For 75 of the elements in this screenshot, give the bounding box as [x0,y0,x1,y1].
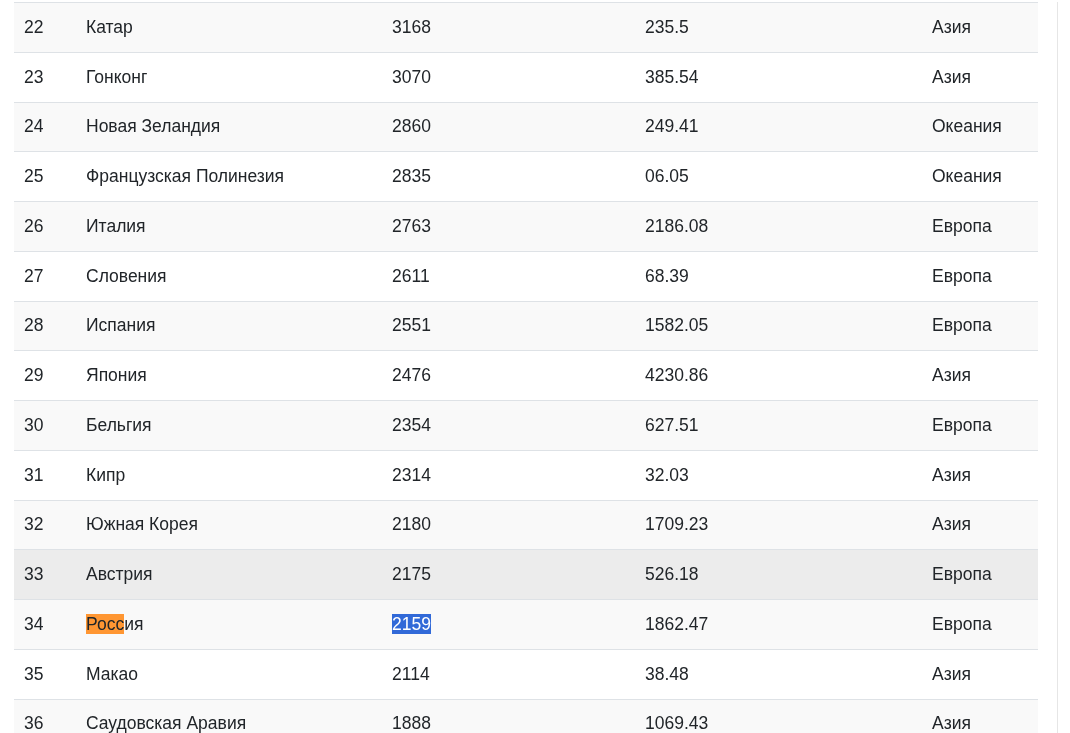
table-cell: 526.18 [645,564,699,586]
table-cell: 29 [24,365,44,387]
table-cell: 2860 [392,116,431,138]
table-cell: Катар [86,16,133,38]
table-cell: Европа [932,613,992,635]
table-cell: 1862.47 [645,613,709,635]
table-cell: 1888 [392,713,431,733]
table-cell: 2186.08 [645,215,709,237]
table-cell: 2354 [392,414,431,436]
table-cell: 36 [24,713,44,733]
table-cell: Азия [932,663,971,685]
table-cell: Словения [86,265,167,287]
table-cell: Макао [86,663,138,685]
table-cell: Европа [932,564,992,586]
table-cell: 25 [24,166,44,188]
table-cell: Океания [932,116,1002,138]
table-cell: 38.48 [645,663,689,685]
table-cell: Европа [932,215,992,237]
table-cell: Южная Корея [86,514,198,536]
table-cell: Испания [86,315,156,337]
table-cell: 1069.43 [645,713,709,733]
table-cell: Азия [932,713,971,733]
table-cell: 34 [24,613,44,635]
table-cell: 2180 [392,514,431,536]
table-cell: 2314 [392,464,431,486]
table-cell: Азия [932,464,971,486]
table-cell: 27 [24,265,44,287]
table-cell: Новая Зеландия [86,116,221,138]
table-cell: Европа [932,315,992,337]
table-cell: 32.03 [645,464,689,486]
table-cell: 26 [24,215,44,237]
table-cell: 2611 [392,265,430,287]
table-cell: 23 [24,66,44,88]
table-cell: 06.05 [645,166,689,188]
table-cell: 2835 [392,166,431,188]
table-cell: 2763 [392,215,431,237]
table-cell: Европа [932,265,992,287]
table-cell: 68.39 [645,265,689,287]
table-cell: Океания [932,166,1002,188]
table-cell: Европа [932,414,992,436]
table-cell: 4230.86 [645,365,709,387]
table-cell: Французская Полинезия [86,166,285,188]
table-cell: 2175 [392,564,431,586]
table-cell: Кипр [86,464,126,486]
table-cell: Япония [86,365,147,387]
table-cell: Бельгия [86,414,152,436]
table-cell: 24 [24,116,44,138]
table-cell: Россия [86,613,144,635]
table-cell: 33 [24,564,44,586]
table-cell: 2551 [392,315,431,337]
table-cell: 385.54 [645,66,699,88]
table-cell: Австрия [86,564,153,586]
table-cell: Италия [86,215,146,237]
table-cell: 32 [24,514,44,536]
table-cell: Азия [932,16,971,38]
table-cell: Гонконг [86,66,148,88]
table-cell: 1582.05 [645,315,709,337]
table-cell: 35 [24,663,44,685]
table-cell: 30 [24,414,44,436]
table-cell: 22 [24,16,44,38]
table-cell: 31 [24,464,44,486]
table-cell: 3168 [392,16,431,38]
table-cell: 1709.23 [645,514,709,536]
table-cell: 3070 [392,66,431,88]
table-cell: 235.5 [645,16,689,38]
table-cell: 2114 [392,663,430,685]
table-cell: 627.51 [645,414,699,436]
table-cell: Азия [932,514,971,536]
table-cell: 28 [24,315,44,337]
table-cell: Азия [932,365,971,387]
table-cell: 2159 [392,613,431,635]
table-cell: Саудовская Аравия [86,713,247,733]
table-cell: 2476 [392,365,431,387]
table-cell: 249.41 [645,116,699,138]
table-cell: Азия [932,66,971,88]
